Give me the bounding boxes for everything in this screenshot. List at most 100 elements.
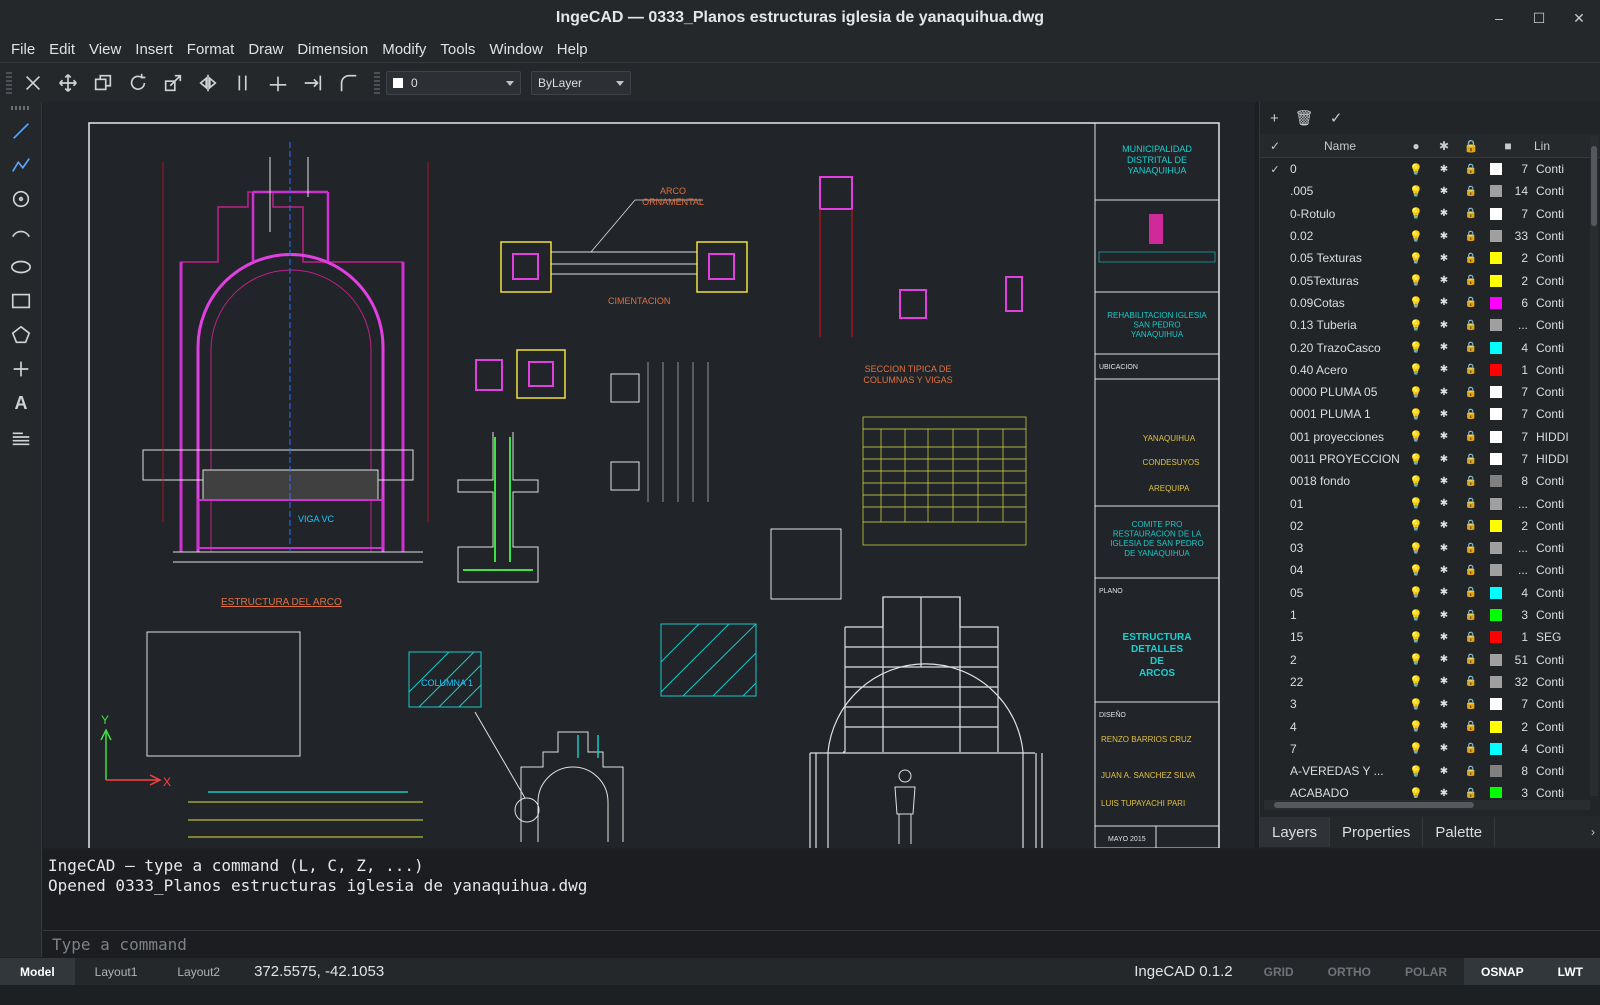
sun-icon[interactable]: ✱: [1430, 699, 1458, 710]
layer-row[interactable]: 0.05 Texturas 💡 ✱ 🔒 2 Conti: [1260, 247, 1590, 269]
layer-color-swatch[interactable]: [1490, 230, 1502, 243]
layer-row[interactable]: 4 💡 ✱ 🔒 2 Conti: [1260, 715, 1590, 737]
lock-icon[interactable]: 🔒: [1458, 454, 1484, 465]
layer-row[interactable]: 1 💡 ✱ 🔒 3 Conti: [1260, 604, 1590, 626]
sun-icon[interactable]: ✱: [1430, 766, 1458, 777]
layer-color-swatch[interactable]: [1490, 430, 1502, 443]
bulb-icon[interactable]: 💡: [1402, 207, 1430, 220]
mirror-icon[interactable]: [193, 68, 223, 98]
layer-row[interactable]: 02 💡 ✱ 🔒 2 Conti: [1260, 515, 1590, 537]
layer-row[interactable]: 15 💡 ✱ 🔒 1 SEG: [1260, 626, 1590, 648]
layer-row[interactable]: 05 💡 ✱ 🔒 4 Conti: [1260, 582, 1590, 604]
text-tool-icon[interactable]: A: [0, 386, 42, 420]
layer-color-swatch[interactable]: [1490, 742, 1502, 755]
layers-vertical-scrollbar[interactable]: [1590, 136, 1598, 796]
layer-row[interactable]: 0011 PROYECCION 💡 ✱ 🔒 7 HIDDI: [1260, 448, 1590, 470]
layer-row[interactable]: 0.13 Tuberia 💡 ✱ 🔒... Conti: [1260, 314, 1590, 336]
lock-icon[interactable]: 🔒: [1458, 766, 1484, 777]
polyline-tool-icon[interactable]: [0, 148, 42, 182]
lock-icon[interactable]: 🔒: [1458, 231, 1484, 242]
line-tool-icon[interactable]: [0, 114, 42, 148]
offset-icon[interactable]: [228, 68, 258, 98]
sun-icon[interactable]: ✱: [1430, 231, 1458, 242]
menu-view[interactable]: View: [82, 41, 128, 58]
layers-horizontal-scrollbar[interactable]: [1264, 800, 1590, 810]
sun-icon[interactable]: ✱: [1430, 632, 1458, 643]
bulb-icon[interactable]: 💡: [1402, 720, 1430, 733]
bulb-icon[interactable]: 💡: [1402, 408, 1430, 421]
current-check-icon[interactable]: ✓: [1260, 163, 1290, 176]
lock-icon[interactable]: 🔒: [1458, 498, 1484, 509]
layer-color-swatch[interactable]: [1490, 296, 1502, 309]
lock-icon[interactable]: 🔒: [1458, 565, 1484, 576]
lock-icon[interactable]: 🔒: [1458, 387, 1484, 398]
sun-icon[interactable]: ✱: [1430, 565, 1458, 576]
lock-icon[interactable]: 🔒: [1458, 743, 1484, 754]
layer-row[interactable]: A-VEREDAS Y ... 💡 ✱ 🔒 8 Conti: [1260, 760, 1590, 782]
layer-row[interactable]: 22 💡 ✱ 🔒 32 Conti: [1260, 671, 1590, 693]
sun-icon[interactable]: ✱: [1430, 364, 1458, 375]
bulb-icon[interactable]: 💡: [1402, 363, 1430, 376]
layer-color-swatch[interactable]: [1490, 341, 1502, 354]
move-icon[interactable]: [53, 68, 83, 98]
sun-icon[interactable]: ✱: [1430, 297, 1458, 308]
lock-icon[interactable]: 🔒: [1458, 788, 1484, 798]
layer-color-swatch[interactable]: [1490, 207, 1502, 220]
point-tool-icon[interactable]: [0, 352, 42, 386]
bulb-icon[interactable]: 💡: [1402, 163, 1430, 176]
layer-color-swatch[interactable]: [1490, 787, 1502, 798]
layer-color-swatch[interactable]: [1490, 386, 1502, 399]
lock-icon[interactable]: 🔒: [1458, 699, 1484, 710]
toggle-osnap[interactable]: OSNAP: [1463, 958, 1541, 985]
layer-row[interactable]: 01 💡 ✱ 🔒... Conti: [1260, 492, 1590, 514]
rotate-icon[interactable]: [123, 68, 153, 98]
toolbar-grip[interactable]: [6, 71, 12, 94]
bulb-icon[interactable]: 💡: [1402, 653, 1430, 666]
bulb-icon[interactable]: 💡: [1402, 742, 1430, 755]
minimize-button[interactable]: –: [1488, 10, 1510, 26]
tab-model[interactable]: Model: [0, 958, 75, 985]
lock-icon[interactable]: 🔒: [1458, 186, 1484, 197]
bulb-icon[interactable]: 💡: [1402, 698, 1430, 711]
lock-icon[interactable]: 🔒: [1458, 253, 1484, 264]
layer-row[interactable]: ✓ 0 💡 ✱ 🔒 7 Conti: [1260, 158, 1590, 180]
lock-icon[interactable]: 🔒: [1458, 409, 1484, 420]
lock-icon[interactable]: 🔒: [1458, 208, 1484, 219]
layer-color-swatch[interactable]: [1490, 765, 1502, 778]
lock-icon[interactable]: 🔒: [1458, 297, 1484, 308]
set-current-icon[interactable]: ✓: [1330, 109, 1343, 127]
layer-row[interactable]: 0.09Cotas 💡 ✱ 🔒 6 Conti: [1260, 292, 1590, 314]
lock-icon[interactable]: 🔒: [1458, 721, 1484, 732]
menu-modify[interactable]: Modify: [375, 41, 433, 58]
tab-layout2[interactable]: Layout2: [157, 958, 240, 985]
lock-icon[interactable]: 🔒: [1458, 342, 1484, 353]
ellipse-tool-icon[interactable]: [0, 250, 42, 284]
layer-row[interactable]: 7 💡 ✱ 🔒 4 Conti: [1260, 738, 1590, 760]
layer-row[interactable]: 0001 PLUMA 1 💡 ✱ 🔒 7 Conti: [1260, 403, 1590, 425]
lock-icon[interactable]: 🔒: [1458, 164, 1484, 175]
sun-icon[interactable]: ✱: [1430, 208, 1458, 219]
layer-row[interactable]: 04 💡 ✱ 🔒... Conti: [1260, 559, 1590, 581]
toolbar-grip-2[interactable]: [374, 71, 380, 94]
sun-icon[interactable]: ✱: [1430, 164, 1458, 175]
bulb-icon[interactable]: 💡: [1402, 252, 1430, 265]
bulb-icon[interactable]: 💡: [1402, 497, 1430, 510]
sun-icon[interactable]: ✱: [1430, 676, 1458, 687]
arc-tool-icon[interactable]: [0, 216, 42, 250]
toolbar-grip[interactable]: [10, 106, 31, 110]
bulb-icon[interactable]: 💡: [1402, 453, 1430, 466]
lock-icon[interactable]: 🔒: [1458, 431, 1484, 442]
menu-insert[interactable]: Insert: [128, 41, 180, 58]
bulb-icon[interactable]: 💡: [1402, 386, 1430, 399]
sun-icon[interactable]: ✱: [1430, 253, 1458, 264]
menu-tools[interactable]: Tools: [433, 41, 482, 58]
lock-icon[interactable]: 🔒: [1458, 320, 1484, 331]
add-layer-icon[interactable]: +: [1270, 110, 1279, 127]
bulb-icon[interactable]: 💡: [1402, 564, 1430, 577]
layer-color-swatch[interactable]: [1490, 675, 1502, 688]
bulb-icon[interactable]: 💡: [1402, 475, 1430, 488]
sun-icon[interactable]: ✱: [1430, 342, 1458, 353]
layer-color-swatch[interactable]: [1490, 475, 1502, 488]
menu-file[interactable]: File: [4, 41, 42, 58]
sun-icon[interactable]: ✱: [1430, 454, 1458, 465]
